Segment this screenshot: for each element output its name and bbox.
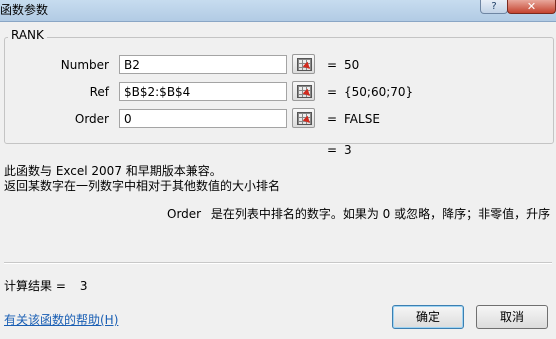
number-equals: = — [327, 58, 338, 72]
order-label: Order — [74, 112, 109, 126]
function-help-link[interactable]: 有关该函数的帮助(H) — [4, 311, 118, 328]
range-select-icon — [297, 58, 312, 71]
number-label: Number — [60, 58, 109, 72]
ref-label: Ref — [89, 85, 109, 99]
number-result: 50 — [344, 58, 360, 72]
cancel-button[interactable]: 取消 — [476, 305, 548, 329]
calc-result-label: 计算结果 = — [4, 279, 66, 293]
ref-collapse-button[interactable] — [292, 81, 315, 101]
title-bar[interactable]: 函数参数 ? ✕ — [0, 0, 556, 22]
parameter-help-text: 是在列表中排名的数字。如果为 0 或忽略，降序；非零值，升序 — [210, 207, 551, 221]
parameter-help: Order 是在列表中排名的数字。如果为 0 或忽略，降序；非零值，升序 — [167, 205, 550, 222]
parameter-help-name: Order — [167, 207, 202, 221]
help-icon[interactable]: ? — [480, 0, 508, 14]
formula-equals: = — [327, 143, 338, 157]
range-select-icon — [297, 112, 312, 125]
ok-button[interactable]: 确定 — [392, 305, 464, 329]
order-collapse-button[interactable] — [292, 108, 315, 128]
close-icon[interactable]: ✕ — [507, 0, 556, 14]
ref-input[interactable]: $B$2:$B$4 — [119, 82, 287, 101]
function-summary: 返回某数字在一列数字中相对于其他数值的大小排名 — [4, 179, 281, 193]
calc-result-value: 3 — [79, 279, 88, 293]
range-select-icon — [297, 85, 312, 98]
order-result: FALSE — [344, 112, 380, 126]
function-name: RANK — [8, 28, 47, 42]
order-input[interactable]: 0 — [119, 109, 287, 128]
number-input[interactable]: B2 — [119, 55, 287, 74]
number-collapse-button[interactable] — [292, 54, 315, 74]
formula-result: 3 — [344, 143, 352, 157]
window-title: 函数参数 — [0, 3, 49, 17]
order-equals: = — [327, 112, 338, 126]
calc-result: 计算结果 = 3 — [4, 277, 88, 294]
divider — [4, 262, 552, 264]
ref-result: {50;60;70} — [344, 85, 414, 99]
ref-equals: = — [327, 85, 338, 99]
